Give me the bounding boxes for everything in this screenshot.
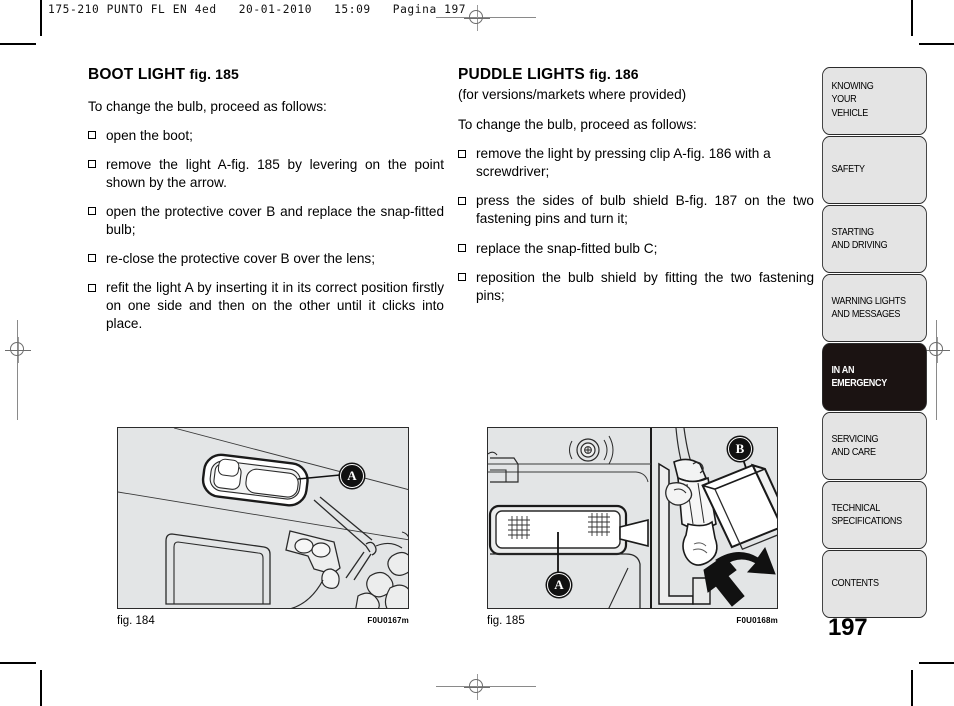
list-item: press the sides of bulb shield B-fig. 18…: [458, 192, 814, 228]
tab-label-line: VEHICLE: [831, 106, 868, 119]
section-title-figure-ref: fig. 186: [589, 66, 639, 82]
section-tabs-sidebar: KNOWING YOUR VEHICLE SAFETY STARTING AND…: [822, 67, 927, 619]
left-steps-list: open the boot; remove the light A-fig. 1…: [88, 127, 444, 334]
registration-mark-bottom: [464, 674, 490, 700]
tab-label-line: EMERGENCY: [831, 377, 887, 390]
sidebar-tab-starting-and-driving[interactable]: STARTING AND DRIVING: [822, 205, 927, 273]
square-bullet-icon: [458, 196, 466, 205]
tab-label-line: AND CARE: [831, 446, 876, 459]
page-number: 197: [828, 614, 868, 641]
crop-mark-bottom-right-vertical: [911, 670, 913, 706]
list-item: reposition the bulb shield by fitting th…: [458, 269, 814, 305]
tab-label-line: YOUR: [831, 93, 857, 106]
right-steps-list: remove the light by pressing clip A-fig.…: [458, 145, 814, 305]
list-item: open the boot;: [88, 127, 444, 145]
figure-callout-b: B: [728, 437, 752, 461]
list-item: re-close the protective cover B over the…: [88, 250, 444, 268]
list-item-text: re-close the protective cover B over the…: [106, 250, 375, 266]
sidebar-tab-safety[interactable]: SAFETY: [822, 136, 927, 204]
crop-mark-top-right-vertical: [911, 0, 913, 36]
crop-mark-bottom-left-vertical: [40, 670, 42, 706]
section-subtitle: (for versions/markets where provided): [458, 86, 687, 102]
list-item: refit the light A by inserting it in its…: [88, 279, 444, 333]
sidebar-tab-in-an-emergency[interactable]: IN AN EMERGENCY: [822, 343, 927, 411]
print-slug: 175-210 PUNTO FL EN 4ed 20-01-2010 15:09…: [48, 3, 467, 16]
figure-184-caption-row: fig. 184 F0U0167m: [117, 615, 409, 629]
page-title-puddle-lights: PUDDLE LIGHTS fig. 186: [458, 66, 814, 85]
tab-label-line: SPECIFICATIONS: [831, 515, 902, 528]
figure-184: A fig. 184 F0U0167m: [117, 427, 409, 629]
list-item: remove the light by pressing clip A-fig.…: [458, 145, 814, 181]
crop-mark-top-left-horizontal: [0, 43, 36, 45]
section-title-figure-ref: fig. 185: [189, 66, 239, 82]
figure-185-caption-row: fig. 185 F0U0168m: [487, 615, 778, 629]
boot-light-illustration: [118, 428, 408, 608]
list-item-text: replace the snap-fitted bulb C;: [476, 240, 658, 256]
left-text-column: BOOT LIGHT fig. 185 To change the bulb, …: [88, 66, 444, 333]
sidebar-tab-technical-specifications[interactable]: TECHNICAL SPECIFICATIONS: [822, 481, 927, 549]
crop-mark-bottom-right-horizontal: [919, 662, 954, 664]
right-lead-text: To change the bulb, proceed as follows:: [458, 117, 697, 133]
list-item: open the protective cover B and replace …: [88, 203, 444, 239]
section-title-text: BOOT LIGHT: [88, 66, 186, 83]
registration-mark-right: [924, 337, 950, 363]
square-bullet-icon: [458, 149, 466, 158]
list-item-text: reposition the bulb shield by fitting th…: [476, 269, 814, 303]
square-bullet-icon: [458, 244, 466, 253]
square-bullet-icon: [88, 207, 96, 216]
square-bullet-icon: [88, 131, 96, 140]
tab-label-line: STARTING: [831, 226, 874, 238]
list-item: replace the snap-fitted bulb C;: [458, 240, 814, 258]
list-item-text: open the protective cover B and replace …: [106, 203, 444, 237]
square-bullet-icon: [458, 273, 466, 282]
figure-code: F0U0167m: [367, 616, 409, 625]
figure-185: A B fig. 185 F0U0168m: [487, 427, 778, 629]
tab-label-line: SAFETY: [831, 163, 865, 175]
list-item-text: remove the light by pressing clip A-fig.…: [476, 146, 771, 180]
page-title-boot-light: BOOT LIGHT fig. 185: [88, 66, 444, 85]
section-title-text: PUDDLE LIGHTS: [458, 66, 585, 83]
tab-label-line: CONTENTS: [831, 577, 879, 589]
tab-label-line: AND DRIVING: [831, 239, 888, 252]
sidebar-tab-knowing-your-vehicle[interactable]: KNOWING YOUR VEHICLE: [822, 67, 927, 135]
left-lead-text: To change the bulb, proceed as follows:: [88, 98, 327, 114]
figure-185-image: A B: [487, 427, 778, 609]
crop-mark-top-right-horizontal: [919, 43, 954, 45]
tab-label-line: SERVICING: [831, 433, 879, 445]
tab-label-line: WARNING LIGHTS: [831, 295, 906, 307]
registration-mark-left: [5, 337, 31, 363]
list-item-text: remove the light A-fig. 185 by levering …: [106, 156, 444, 190]
list-item-text: refit the light A by inserting it in its…: [106, 280, 444, 332]
tab-label-line: IN AN: [831, 364, 855, 376]
sidebar-tab-contents[interactable]: CONTENTS: [822, 550, 927, 618]
square-bullet-icon: [88, 254, 96, 263]
tab-label-line: KNOWING: [831, 80, 874, 92]
sidebar-tab-warning-lights-and-messages[interactable]: WARNING LIGHTS AND MESSAGES: [822, 274, 927, 342]
figure-caption: fig. 185: [487, 615, 525, 627]
figure-caption: fig. 184: [117, 615, 155, 627]
tab-label-line: AND MESSAGES: [831, 308, 901, 321]
list-item-text: open the boot;: [106, 127, 193, 143]
list-item-text: press the sides of bulb shield B-fig. 18…: [476, 193, 814, 227]
figure-184-image: A: [117, 427, 409, 609]
figure-callout-a: A: [547, 573, 571, 597]
square-bullet-icon: [88, 160, 96, 169]
registration-line-right: [936, 320, 937, 420]
sidebar-tab-servicing-and-care[interactable]: SERVICING AND CARE: [822, 412, 927, 480]
crop-mark-bottom-left-horizontal: [0, 662, 36, 664]
square-bullet-icon: [88, 283, 96, 292]
registration-line-left: [17, 320, 18, 420]
right-text-column: PUDDLE LIGHTS fig. 186 (for versions/mar…: [458, 66, 814, 305]
figure-callout-a: A: [340, 464, 364, 488]
crop-mark-top-left-vertical: [40, 0, 42, 36]
list-item: remove the light A-fig. 185 by levering …: [88, 156, 444, 192]
figure-code: F0U0168m: [736, 616, 778, 625]
registration-mark-top: [464, 5, 490, 31]
tab-label-line: TECHNICAL: [831, 502, 880, 514]
